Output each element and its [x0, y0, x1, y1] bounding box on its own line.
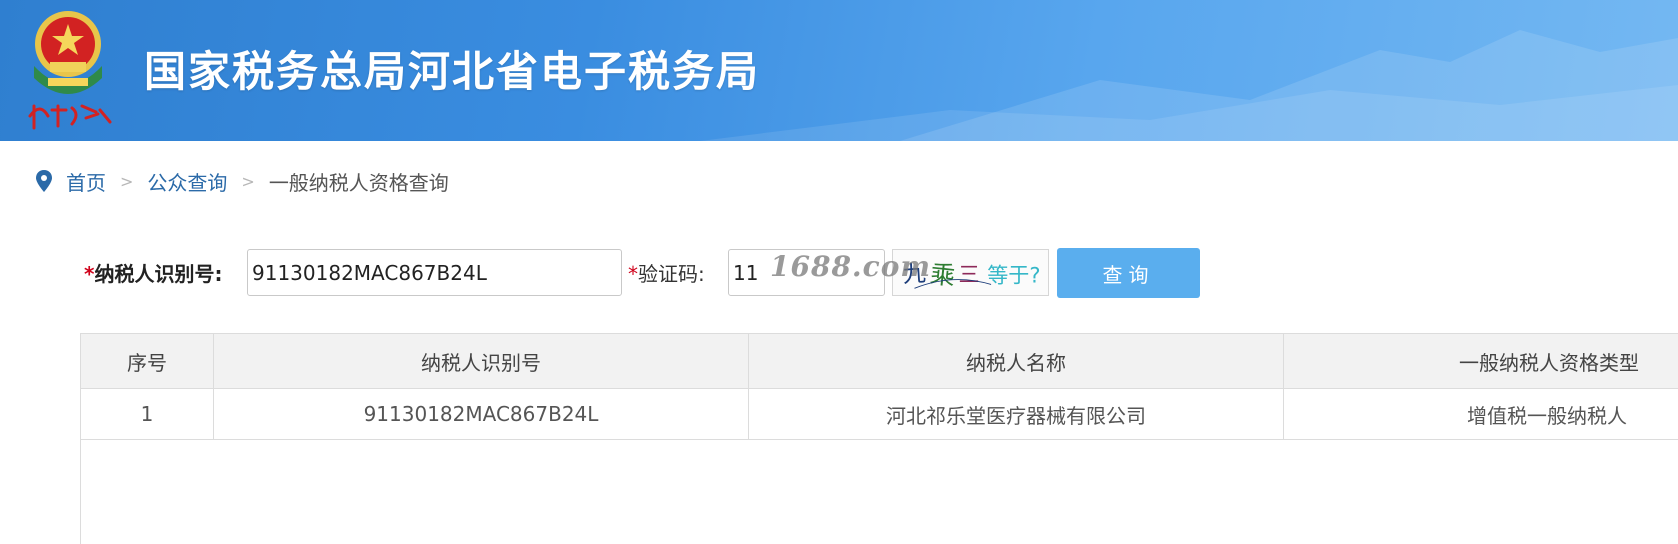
- column-header-index: 序号: [81, 334, 214, 388]
- taxpayer-id-label-text: 纳税人识别号:: [94, 262, 223, 286]
- header-banner: 国家税务总局河北省电子税务局: [0, 0, 1678, 141]
- required-mark: *: [628, 262, 638, 286]
- taxpayer-id-input[interactable]: [247, 249, 622, 296]
- captcha-label: *验证码:: [628, 258, 705, 287]
- column-header-qualification-type: 一般纳税人资格类型: [1284, 334, 1678, 388]
- svg-text:等于?: 等于?: [987, 263, 1040, 288]
- tax-emblem-icon: [28, 11, 112, 130]
- taxpayer-id-label: *纳税人识别号:: [84, 258, 222, 287]
- table-row: 1 91130182MAC867B24L 河北祁乐堂医疗器械有限公司 增值税一般…: [81, 389, 1678, 440]
- cell-qualification-type: 增值税一般纳税人: [1284, 389, 1678, 439]
- site-title: 国家税务总局河北省电子税务局: [144, 47, 761, 96]
- svg-text:三: 三: [959, 262, 980, 287]
- tax-emblem-caption: [28, 104, 112, 130]
- location-pin-icon: [36, 170, 52, 192]
- breadcrumb-separator: >: [120, 171, 134, 191]
- column-header-taxpayer-id: 纳税人识别号: [214, 334, 749, 388]
- query-button[interactable]: 查询: [1057, 248, 1200, 298]
- cell-qualification-type-text: 增值税一般纳税人: [1467, 403, 1627, 428]
- table-header: 序号 纳税人识别号 纳税人名称 一般纳税人资格类型: [81, 334, 1678, 389]
- breadcrumb: 首页 > 公众查询 > 一般纳税人资格查询: [34, 166, 449, 196]
- required-mark: *: [84, 262, 95, 286]
- cell-index: 1: [81, 389, 214, 439]
- breadcrumb-home-link[interactable]: 首页: [66, 167, 106, 196]
- column-header-qualification-type-text: 一般纳税人资格类型: [1459, 350, 1639, 375]
- breadcrumb-public-query-link[interactable]: 公众查询: [147, 167, 227, 196]
- result-table: 序号 纳税人识别号 纳税人名称 一般纳税人资格类型 1 91130182MAC8…: [80, 333, 1678, 544]
- breadcrumb-separator: >: [241, 171, 255, 191]
- breadcrumb-current: 一般纳税人资格查询: [268, 170, 449, 195]
- captcha-label-text: 验证码:: [638, 262, 705, 286]
- captcha-input[interactable]: [728, 249, 885, 296]
- svg-text:乘: 乘: [929, 259, 957, 290]
- cell-taxpayer-id: 91130182MAC867B24L: [214, 389, 749, 439]
- cell-taxpayer-name: 河北祁乐堂医疗器械有限公司: [749, 389, 1284, 439]
- captcha-image[interactable]: 九 乘 三 等于?: [892, 249, 1049, 296]
- svg-text:九: 九: [902, 261, 927, 289]
- column-header-taxpayer-name: 纳税人名称: [749, 334, 1284, 388]
